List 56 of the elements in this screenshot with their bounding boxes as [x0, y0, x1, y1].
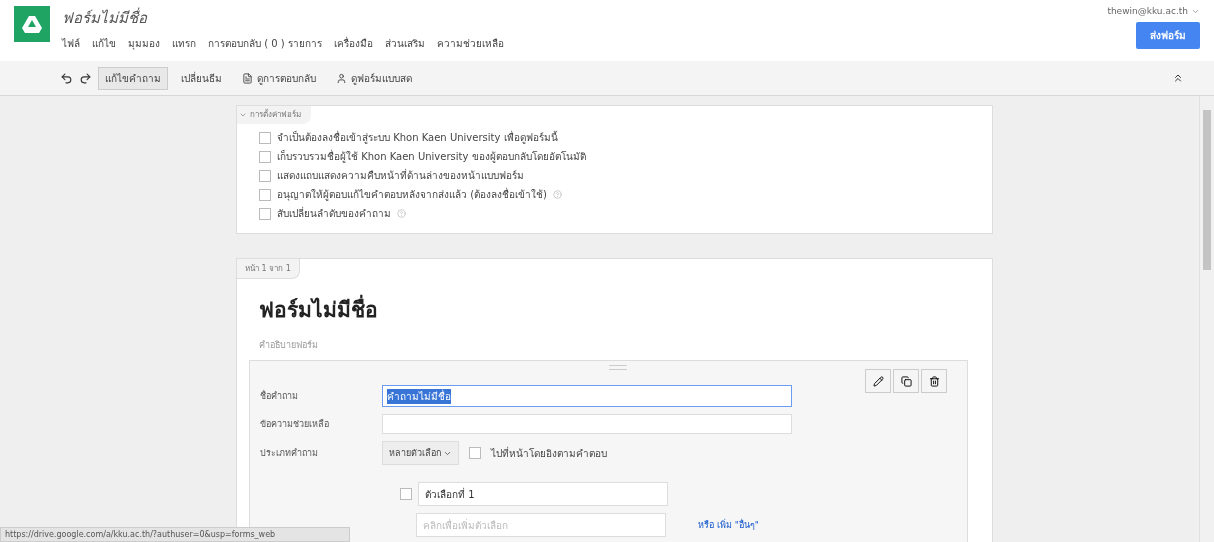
checkbox-label: ไปที่หน้าโดยอิงตามคำตอบ — [491, 445, 607, 461]
checkbox[interactable] — [469, 447, 481, 459]
delete-button[interactable] — [921, 369, 947, 393]
add-other-link[interactable]: หรือ เพิ่ม "อื่นๆ" — [698, 518, 759, 532]
field-label: ประเภทคำถาม — [260, 447, 319, 460]
document-icon — [242, 72, 253, 84]
setting-label: อนุญาตให้ผู้ตอบแก้ไขคำตอบหลังจากส่งแล้ว (ต้องลงชื่อเข้าใช้) — [277, 187, 547, 202]
question-type-dropdown[interactable]: หลายตัวเลือก — [382, 441, 459, 465]
menu-item[interactable]: เครื่องมือ — [333, 36, 373, 51]
redo-icon[interactable] — [79, 71, 92, 85]
menu-item[interactable]: การตอบกลับ ( 0 ) รายการ — [208, 36, 322, 51]
scrollbar-thumb[interactable] — [1203, 110, 1211, 270]
account-menu[interactable]: thewin@kku.ac.th — [1107, 6, 1188, 16]
checkbox[interactable] — [259, 188, 271, 201]
menu-item[interactable]: ไฟล์ — [62, 36, 80, 51]
duplicate-button[interactable] — [893, 369, 919, 393]
send-form-button[interactable]: ส่งฟอร์ม — [1136, 22, 1200, 49]
checkbox[interactable] — [259, 150, 271, 163]
toolbar-button[interactable]: แก้ไขคำถาม — [98, 66, 168, 90]
field-label: ชื่อคำถาม — [260, 389, 299, 403]
option-checkbox-icon — [400, 488, 412, 500]
edit-button[interactable] — [865, 369, 891, 393]
checkbox[interactable] — [259, 207, 271, 220]
help-icon[interactable] — [553, 190, 562, 199]
trash-icon — [928, 375, 940, 387]
help-icon[interactable] — [397, 209, 406, 218]
menu-item[interactable]: แทรก — [172, 36, 196, 51]
setting-label: เก็บรวบรวมชื่อผู้ใช้ Khon Kaen University ของผู้ตอบกลับโดยอัตโนมัติ — [277, 149, 586, 164]
help-text-field[interactable] — [382, 414, 792, 434]
drive-logo-icon — [14, 6, 50, 42]
menu-item[interactable]: แก้ไข — [92, 36, 116, 51]
toolbar-button[interactable]: เปลี่ยนธีม — [174, 66, 229, 90]
add-option-field[interactable]: คลิกเพื่อเพิ่มตัวเลือก — [416, 513, 666, 537]
setting-label: จำเป็นต้องลงชื่อเข้าสู่ระบบ Khon Kaen University เพื่อดูฟอร์มนี้ — [277, 130, 558, 145]
drag-handle[interactable] — [608, 365, 627, 370]
toolbar-button[interactable]: ดูฟอร์มแบบสด — [329, 66, 419, 90]
collapse-icon[interactable] — [1172, 72, 1184, 84]
question-title-field[interactable]: คำถามไม่มีชื่อ — [382, 385, 792, 407]
undo-icon[interactable] — [60, 71, 73, 85]
pencil-icon — [872, 375, 884, 387]
copy-icon — [900, 375, 912, 387]
menu-item[interactable]: มุมมอง — [128, 36, 160, 51]
option-field[interactable]: ตัวเลือกที่ 1 — [418, 482, 668, 506]
menu-item[interactable]: ส่วนเสริม — [384, 36, 425, 51]
field-label: ข้อความช่วยเหลือ — [260, 418, 330, 431]
menu-item[interactable]: ความช่วยเหลือ — [436, 36, 504, 51]
status-bar: https://drive.google.com/a/kku.ac.th/?authuser=0&usp=forms_web — [0, 527, 350, 542]
settings-toggle[interactable]: การตั้งค่าฟอร์ม — [237, 106, 311, 124]
setting-label: สับเปลี่ยนลำดับของคำถาม — [277, 206, 391, 221]
document-title[interactable]: ฟอร์มไม่มีชื่อ — [62, 6, 1096, 30]
checkbox[interactable] — [259, 131, 271, 144]
form-title[interactable]: ฟอร์มไม่มีชื่อ — [259, 293, 992, 326]
person-icon — [336, 72, 347, 84]
setting-label: แสดงแถบแสดงความคืบหน้าที่ด้านล่างของหน้าแบบฟอร์ม — [277, 168, 524, 183]
checkbox[interactable] — [259, 169, 271, 182]
toolbar-button[interactable]: ดูการตอบกลับ — [235, 66, 323, 90]
